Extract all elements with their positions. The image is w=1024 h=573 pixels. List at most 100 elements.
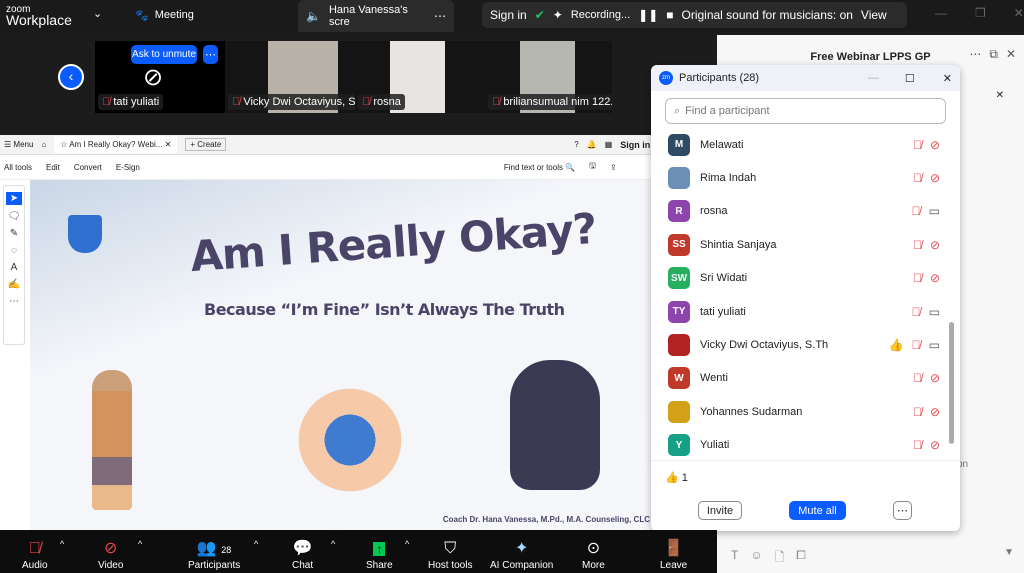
participant-row[interactable]: W Wenti 🎙̸ ⊘ xyxy=(651,362,960,395)
restore-icon[interactable]: ❐ xyxy=(975,6,986,20)
mic-off-icon[interactable]: 🎙̸ xyxy=(912,338,921,352)
participant-row[interactable]: SW Sri Widati 🎙̸ ⊘ xyxy=(651,262,960,295)
participant-row[interactable]: M Melawati 🎙̸ ⊘ xyxy=(651,128,960,161)
video-off-icon[interactable]: ⊘ xyxy=(930,405,940,419)
find-tools[interactable]: Find text or tools 🔍 xyxy=(504,163,575,172)
leave-button[interactable]: 🚪 Leave xyxy=(660,538,687,571)
sparkle-icon[interactable]: ✦ xyxy=(553,8,563,22)
more-icon[interactable]: ⋯ xyxy=(969,47,981,62)
video-icon[interactable]: ▭ xyxy=(929,204,940,218)
mic-off-icon[interactable]: 🎙̸ xyxy=(913,438,922,452)
send-icon[interactable]: ▼ xyxy=(1004,547,1014,558)
video-tile[interactable]: Ask to unmute ⋯ ⊘ 🎙̸ tati yuliati xyxy=(95,41,225,113)
ai-companion-button[interactable]: ✦ AI Companion xyxy=(490,538,553,571)
video-tile[interactable]: 🎙̸ rosna xyxy=(355,41,485,113)
chat-options-caret[interactable]: ^ xyxy=(331,539,335,549)
edit-button[interactable]: Edit xyxy=(46,163,60,172)
participant-row[interactable]: R rosna 🎙̸ ▭ xyxy=(651,195,960,228)
participant-row[interactable]: TY tati yuliati 🎙̸ ▭ xyxy=(651,295,960,328)
video-icon[interactable]: ▭ xyxy=(929,338,940,352)
emoji-icon[interactable]: ☺ xyxy=(750,548,762,569)
sign-in-link[interactable]: Sign in xyxy=(490,8,527,22)
home-icon[interactable]: ⌂ xyxy=(41,140,46,149)
view-button[interactable]: View xyxy=(861,8,887,22)
screenshot-icon[interactable]: ⧠ xyxy=(796,548,806,569)
create-button[interactable]: + Create xyxy=(185,138,227,151)
bell-icon[interactable]: 🔔 xyxy=(587,140,597,149)
chevron-down-icon[interactable]: ⌄ xyxy=(93,7,102,20)
video-icon[interactable]: ▭ xyxy=(929,305,940,319)
participant-row[interactable]: Yohannes Sudarman 🎙̸ ⊘ xyxy=(651,395,960,428)
audio-options-caret[interactable]: ^ xyxy=(60,539,64,549)
help-icon[interactable]: ? xyxy=(574,140,578,149)
popout-icon[interactable]: ⧉ xyxy=(989,47,998,62)
participants-button[interactable]: 👥 28 Participants xyxy=(188,538,240,571)
lasso-icon[interactable]: ◌ xyxy=(11,245,17,256)
share-options-caret[interactable]: ^ xyxy=(405,539,409,549)
mute-all-button[interactable]: Mute all xyxy=(789,501,846,520)
apps-icon[interactable]: ▦ xyxy=(605,140,613,149)
document-tab[interactable]: ☆ Am I Really Okay? Webi... ✕ xyxy=(54,136,178,153)
audio-button[interactable]: 🎙̸ Audio xyxy=(22,538,48,571)
video-off-icon[interactable]: ⊘ xyxy=(930,138,940,152)
video-tile[interactable]: 🎙̸ briliansumual nim 122... xyxy=(485,41,612,113)
video-off-icon[interactable]: ⊘ xyxy=(930,238,940,252)
mic-off-icon[interactable]: 🎙̸ xyxy=(912,305,921,319)
find-participant-input[interactable]: ⌕ Find a participant xyxy=(665,98,946,124)
save-icon[interactable]: 🖫 xyxy=(589,160,596,174)
close-banner-icon[interactable]: ✕ xyxy=(996,90,1004,101)
more-options-button[interactable]: ⋯ xyxy=(893,501,912,520)
mic-off-icon[interactable]: 🎙̸ xyxy=(913,371,922,385)
more-button[interactable]: ⊙ More xyxy=(582,538,605,571)
minimize-icon[interactable]: — xyxy=(935,6,947,20)
pen-icon[interactable]: ✎ xyxy=(10,228,18,239)
comment-icon[interactable]: 🗨 xyxy=(8,211,21,222)
share-button[interactable]: ↑ Share xyxy=(366,538,393,571)
previous-page-button[interactable]: ‹ xyxy=(58,64,84,90)
minimize-icon[interactable]: — xyxy=(868,72,879,84)
video-off-icon[interactable]: ⊘ xyxy=(930,438,940,452)
chat-button[interactable]: 💬 Chat xyxy=(292,538,313,571)
participant-row[interactable]: Rima Indah 🎙̸ ⊘ xyxy=(651,161,960,194)
stamp-icon[interactable]: ✍ xyxy=(8,279,20,290)
convert-button[interactable]: Convert xyxy=(74,163,102,172)
participant-row[interactable]: SS Shintia Sanjaya 🎙̸ ⊘ xyxy=(651,228,960,261)
video-off-icon[interactable]: ⊘ xyxy=(930,371,940,385)
text-box-icon[interactable]: A xyxy=(11,262,18,273)
share-indicator-tab[interactable]: 🔈 Hana Vanessa's scre ⋯ xyxy=(298,0,454,32)
mic-off-icon[interactable]: 🎙̸ xyxy=(913,271,922,285)
video-options-caret[interactable]: ^ xyxy=(138,539,142,549)
text-format-icon[interactable]: T xyxy=(731,548,738,569)
video-off-icon[interactable]: ⊘ xyxy=(930,171,940,185)
participant-row[interactable]: Vicky Dwi Octaviyus, S.Th 👍 🎙̸ ▭ xyxy=(651,328,960,361)
video-off-icon[interactable]: ⊘ xyxy=(930,271,940,285)
mic-off-icon[interactable]: 🎙̸ xyxy=(912,204,921,218)
mic-off-icon[interactable]: 🎙̸ xyxy=(913,138,922,152)
host-tools-button[interactable]: ⛉ Host tools xyxy=(428,538,472,571)
close-icon[interactable]: ✕ xyxy=(943,72,952,85)
video-tile[interactable]: 🎙̸ Vicky Dwi Octaviyus, S... xyxy=(225,41,355,113)
participant-row[interactable]: Y Yuliati 🎙̸ ⊘ xyxy=(651,429,960,462)
stop-icon[interactable]: ■ xyxy=(666,8,673,22)
mic-off-icon[interactable]: 🎙̸ xyxy=(913,405,922,419)
maximize-icon[interactable]: ☐ xyxy=(905,72,915,85)
mic-off-icon[interactable]: 🎙̸ xyxy=(913,171,922,185)
more-icon[interactable]: ⋯ xyxy=(9,296,19,307)
esign-button[interactable]: E-Sign xyxy=(116,163,140,172)
close-icon[interactable]: ✕ xyxy=(1006,47,1016,62)
more-options-button[interactable]: ⋯ xyxy=(203,45,218,64)
ask-to-unmute-button[interactable]: Ask to unmute xyxy=(131,45,197,64)
meeting-button[interactable]: 🐾 Meeting xyxy=(135,9,194,22)
file-icon[interactable]: 🗋 xyxy=(775,548,785,569)
participants-options-caret[interactable]: ^ xyxy=(254,539,258,549)
menu-button[interactable]: ☰ Menu xyxy=(4,140,33,149)
mic-off-icon[interactable]: 🎙̸ xyxy=(913,238,922,252)
pause-icon[interactable]: ❚❚ xyxy=(638,8,658,22)
upload-icon[interactable]: ⇪ xyxy=(610,163,617,172)
acrobat-sign-in[interactable]: Sign in xyxy=(620,140,650,150)
more-icon[interactable]: ⋯ xyxy=(434,9,446,23)
scrollbar[interactable] xyxy=(949,322,954,444)
invite-button[interactable]: Invite xyxy=(698,501,742,520)
all-tools-button[interactable]: All tools xyxy=(4,163,32,172)
video-button[interactable]: ⊘ Video xyxy=(98,538,123,571)
